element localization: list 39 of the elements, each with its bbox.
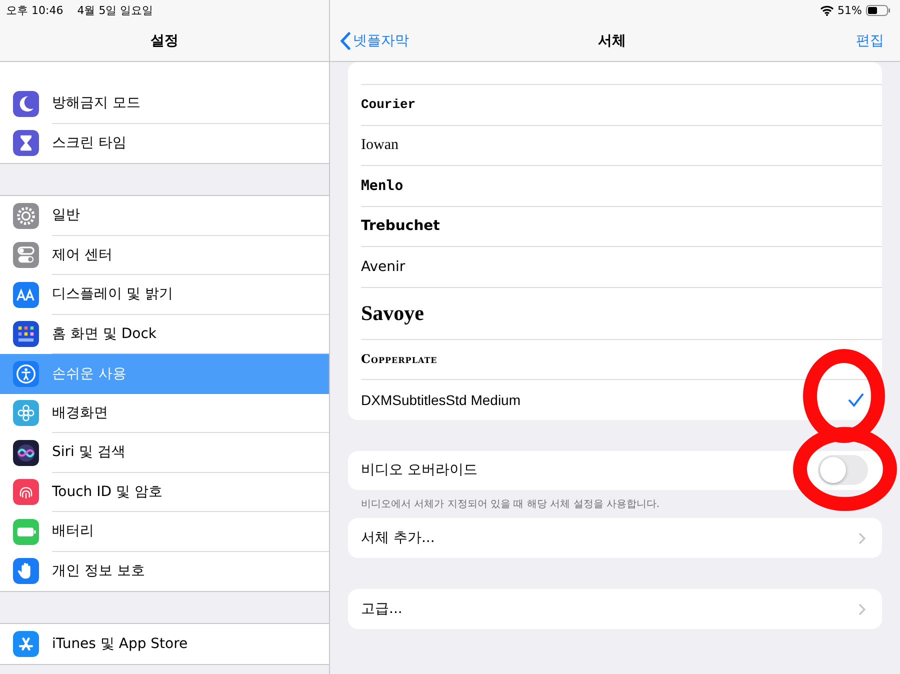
orb-icon [13,440,39,466]
page-title: 서체 [598,32,626,50]
link-row[interactable]: 고급... [348,589,882,629]
sidebar-title: 설정 [150,32,178,50]
switches-icon [13,242,39,268]
font-row[interactable]: Courier [361,85,882,126]
override-footnote: 비디오에서 서체가 지정되어 있을 때 해당 서체 설정을 사용합니다. [360,498,661,512]
battery-percent: 51% [838,4,862,16]
override-toggle[interactable] [818,455,868,486]
status-time: 오후 10:46 [6,2,64,18]
gear-icon [13,202,39,229]
fingerprint-icon [13,479,39,506]
status-date: 4월 5일 일요일 [77,2,154,18]
font-row[interactable]: Avenir [361,247,882,288]
link-row[interactable]: 서체 추가... [348,518,882,558]
flower-icon [13,400,39,426]
font-row[interactable]: Trebuchet [361,206,882,247]
font-row[interactable]: Iowan [361,126,882,166]
battery-icon [866,4,890,16]
hourglass-icon [13,130,39,156]
app-store-icon [13,630,39,657]
grid-icon [13,321,39,348]
chevron-right-icon [858,532,866,544]
font-row[interactable]: Menlo [361,166,882,206]
override-label: 비디오 오버라이드 [361,461,478,480]
battery-icon [13,518,39,545]
chevron-right-icon [858,602,866,616]
hand-icon [13,558,39,584]
font-row[interactable]: Copperplate [361,340,882,380]
font-row[interactable]: Savoye [361,288,882,340]
font-row[interactable]: DXMSubtitlesStd Medium [361,380,882,420]
back-button[interactable]: 넷플자막 [340,32,409,50]
chevron-left-icon [340,32,351,50]
letters-icon [13,282,39,308]
wifi-icon [820,4,834,16]
accessibility-icon [13,360,39,387]
sidebar-item[interactable]: 배경화면 [0,394,329,433]
edit-button[interactable]: 편집 [856,32,884,50]
moon-icon [13,90,39,117]
